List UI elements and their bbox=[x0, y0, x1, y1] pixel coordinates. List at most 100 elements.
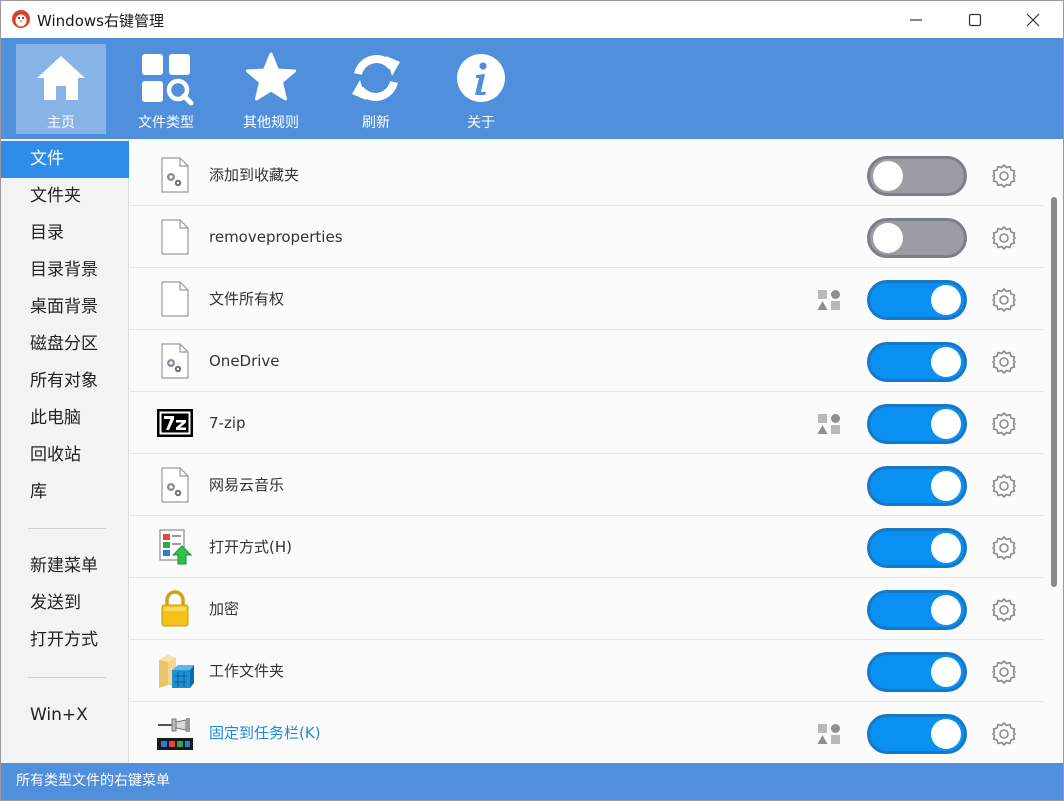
gear-icon[interactable] bbox=[990, 658, 1018, 686]
blank-file-icon bbox=[161, 219, 189, 255]
list-item: removeproperties bbox=[130, 206, 1043, 268]
list-item: 工作文件夹 bbox=[130, 640, 1043, 702]
minimize-icon bbox=[910, 18, 922, 21]
grid-search-icon bbox=[142, 54, 194, 106]
settings-file-icon bbox=[161, 343, 189, 379]
status-text: 所有类型文件的右键菜单 bbox=[16, 773, 170, 789]
sidebar-item-folder[interactable]: 文件夹 bbox=[1, 178, 129, 215]
pin-taskbar-icon bbox=[157, 718, 193, 750]
list-item: 网易云音乐 bbox=[130, 454, 1043, 516]
close-button[interactable] bbox=[1010, 1, 1056, 38]
close-icon bbox=[1026, 13, 1040, 26]
main-toolbar: 主页 文件类型 其他规则 刷新 关于 bbox=[1, 38, 1063, 139]
settings-file-icon bbox=[161, 157, 189, 193]
toggle-switch[interactable] bbox=[867, 218, 967, 258]
maximize-button[interactable] bbox=[952, 1, 998, 38]
list-item: 打开方式(H) bbox=[130, 516, 1043, 578]
gear-icon[interactable] bbox=[990, 534, 1018, 562]
open-with-icon bbox=[159, 529, 193, 565]
home-label: 主页 bbox=[47, 115, 75, 131]
about-label: 关于 bbox=[467, 115, 495, 131]
gear-icon[interactable] bbox=[990, 224, 1018, 252]
item-label: OneDrive bbox=[209, 352, 280, 370]
toggle-switch[interactable] bbox=[867, 404, 967, 444]
toggle-switch[interactable] bbox=[867, 156, 967, 196]
shapes-icon[interactable] bbox=[816, 412, 842, 436]
toggle-switch[interactable] bbox=[867, 590, 967, 630]
toggle-switch[interactable] bbox=[867, 528, 967, 568]
gear-icon[interactable] bbox=[990, 162, 1018, 190]
other-rules-button[interactable]: 其他规则 bbox=[226, 44, 316, 134]
gear-icon[interactable] bbox=[990, 472, 1018, 500]
sidebar-item-this-pc[interactable]: 此电脑 bbox=[1, 400, 129, 437]
sidebar-item-winx[interactable]: Win+X bbox=[1, 697, 129, 734]
sidebar-divider bbox=[28, 677, 106, 678]
list-item: 固定到任务栏(K) bbox=[130, 702, 1043, 763]
list-item: 添加到收藏夹 bbox=[130, 144, 1043, 206]
minimize-button[interactable] bbox=[893, 1, 939, 38]
other-rules-label: 其他规则 bbox=[243, 115, 299, 131]
vertical-scrollbar[interactable] bbox=[1043, 139, 1063, 763]
list-item: 文件所有权 bbox=[130, 268, 1043, 330]
toggle-switch[interactable] bbox=[867, 714, 967, 754]
refresh-button[interactable]: 刷新 bbox=[331, 44, 421, 134]
about-button[interactable]: 关于 bbox=[436, 44, 526, 134]
gear-icon[interactable] bbox=[990, 410, 1018, 438]
refresh-label: 刷新 bbox=[362, 115, 390, 131]
sidebar-item-send-to[interactable]: 发送到 bbox=[1, 585, 129, 622]
item-label: 加密 bbox=[209, 600, 240, 618]
item-label: 打开方式(H) bbox=[209, 538, 292, 556]
file-types-button[interactable]: 文件类型 bbox=[121, 44, 211, 134]
list-item: OneDrive bbox=[130, 330, 1043, 392]
list-item: 7-zip bbox=[130, 392, 1043, 454]
item-label: 文件所有权 bbox=[209, 290, 285, 308]
shapes-icon[interactable] bbox=[816, 288, 842, 312]
file-types-label: 文件类型 bbox=[138, 115, 194, 131]
toggle-switch[interactable] bbox=[867, 466, 967, 506]
sidebar-item-new-menu[interactable]: 新建菜单 bbox=[1, 548, 129, 585]
list-item: 加密 bbox=[130, 578, 1043, 640]
sidebar-item-file[interactable]: 文件 bbox=[1, 141, 129, 178]
sidebar-item-all-objects[interactable]: 所有对象 bbox=[1, 363, 129, 400]
window-title: Windows右键管理 bbox=[37, 12, 164, 30]
app-window: Windows右键管理 主页 文件类型 其他规则 刷新 关于 文件 文件夹 目录… bbox=[0, 0, 1064, 801]
item-label: 7-zip bbox=[209, 414, 246, 432]
gear-icon[interactable] bbox=[990, 596, 1018, 624]
refresh-icon bbox=[352, 55, 400, 101]
item-label: removeproperties bbox=[209, 228, 343, 246]
lock-icon bbox=[161, 590, 189, 627]
star-icon bbox=[246, 52, 296, 101]
sidebar-item-library[interactable]: 库 bbox=[1, 474, 129, 511]
item-label: 固定到任务栏(K) bbox=[209, 724, 321, 742]
status-bar: 所有类型文件的右键菜单 bbox=[1, 763, 1063, 800]
home-icon bbox=[37, 56, 85, 100]
gear-icon[interactable] bbox=[990, 720, 1018, 748]
shapes-icon[interactable] bbox=[816, 722, 842, 746]
sidebar-divider bbox=[28, 528, 106, 529]
toggle-switch[interactable] bbox=[867, 652, 967, 692]
title-bar[interactable]: Windows右键管理 bbox=[1, 1, 1063, 38]
7zip-icon bbox=[157, 409, 193, 437]
item-label: 网易云音乐 bbox=[209, 476, 285, 494]
work-folder-icon bbox=[159, 655, 194, 688]
sidebar-item-drive[interactable]: 磁盘分区 bbox=[1, 326, 129, 363]
sidebar-item-directory[interactable]: 目录 bbox=[1, 215, 129, 252]
menu-item-list: 添加到收藏夹 removeproperties 文件所有权 OneDrive 7… bbox=[130, 139, 1043, 763]
item-label: 添加到收藏夹 bbox=[209, 166, 300, 184]
scrollbar-thumb[interactable] bbox=[1051, 197, 1057, 587]
sidebar-item-recycle-bin[interactable]: 回收站 bbox=[1, 437, 129, 474]
gear-icon[interactable] bbox=[990, 348, 1018, 376]
toggle-switch[interactable] bbox=[867, 280, 967, 320]
sidebar-item-directory-background[interactable]: 目录背景 bbox=[1, 252, 129, 289]
sidebar-item-desktop-background[interactable]: 桌面背景 bbox=[1, 289, 129, 326]
gear-icon[interactable] bbox=[990, 286, 1018, 314]
sidebar-item-open-with[interactable]: 打开方式 bbox=[1, 622, 129, 659]
home-button[interactable]: 主页 bbox=[16, 44, 106, 134]
toggle-switch[interactable] bbox=[867, 342, 967, 382]
item-label: 工作文件夹 bbox=[209, 662, 285, 680]
settings-file-icon bbox=[161, 467, 189, 503]
info-icon bbox=[457, 54, 505, 102]
blank-file-icon bbox=[161, 281, 189, 317]
sidebar: 文件 文件夹 目录 目录背景 桌面背景 磁盘分区 所有对象 此电脑 回收站 库 … bbox=[1, 139, 129, 763]
maximize-icon bbox=[968, 13, 982, 26]
